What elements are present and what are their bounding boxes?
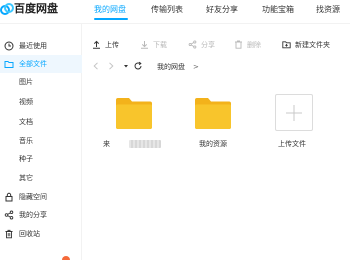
breadcrumb: 我的网盘 > <box>82 58 350 76</box>
upload-file-tile[interactable]: 上传文件 <box>257 94 327 154</box>
upload-label: 上传 <box>105 41 119 49</box>
share-icon <box>188 40 197 49</box>
file-tile-folder[interactable]: 我的资源 <box>178 94 248 154</box>
sidebar-item-all-files[interactable]: 全部文件 <box>0 55 82 73</box>
active-tab-indicator <box>94 18 128 20</box>
clock-icon <box>4 41 14 51</box>
new-folder-label: 新建文件夹 <box>295 41 330 49</box>
back-arrow-icon[interactable] <box>91 61 101 71</box>
file-name: 我的资源 <box>199 140 227 148</box>
trash-icon <box>235 40 242 49</box>
sidebar-item-label: 我的分享 <box>19 211 47 219</box>
folder-icon <box>195 98 231 129</box>
upload-file-label: 上传文件 <box>278 140 306 148</box>
sidebar-item-images[interactable]: 图片 <box>0 73 82 91</box>
sidebar-item-other[interactable]: 其它 <box>0 169 82 187</box>
sidebar-item-hidden-space[interactable]: 隐藏空间 <box>0 188 82 206</box>
folder-icon <box>116 98 152 129</box>
sidebar-item-label: 隐藏空间 <box>19 193 47 201</box>
sidebar-item-label: 文档 <box>19 118 33 126</box>
baidu-netdisk-logo-icon <box>0 3 14 15</box>
breadcrumb-current[interactable]: 我的网盘 <box>157 58 185 76</box>
new-folder-icon <box>282 41 291 49</box>
sidebar-item-torrents[interactable]: 种子 <box>0 150 82 168</box>
plus-icon <box>286 105 302 121</box>
sidebar-item-label: 种子 <box>19 155 33 163</box>
delete-label: 删除 <box>247 41 261 49</box>
sidebar: 最近使用 全部文件 图片 视频 文档 音乐 种子 其它 隐藏空间 我的分享 回收… <box>0 24 82 260</box>
tab-friend-share[interactable]: 好友分享 <box>206 4 238 16</box>
sidebar-item-label: 视频 <box>19 98 33 106</box>
sidebar-item-label: 回收站 <box>19 230 40 238</box>
sidebar-item-label: 音乐 <box>19 137 33 145</box>
sidebar-item-recent[interactable]: 最近使用 <box>0 37 82 55</box>
sidebar-item-label: 其它 <box>19 174 33 182</box>
sidebar-item-recycle-bin[interactable]: 回收站 <box>0 225 82 243</box>
lock-icon <box>5 192 13 202</box>
refresh-icon[interactable] <box>133 61 143 71</box>
tab-my-netdisk[interactable]: 我的网盘 <box>94 4 126 16</box>
share-icon <box>4 210 14 220</box>
obscured-name-mask <box>129 140 161 148</box>
sidebar-item-my-shares[interactable]: 我的分享 <box>0 206 82 224</box>
tab-find-resources[interactable]: 找资源 <box>316 4 340 16</box>
download-label: 下载 <box>153 41 167 49</box>
breadcrumb-separator: > <box>193 63 199 71</box>
app-name: 百度网盘 <box>14 2 58 15</box>
file-tile-folder[interactable]: 来 <box>99 94 169 154</box>
tab-toolbox[interactable]: 功能宝箱 <box>262 4 294 16</box>
upload-drop-box[interactable] <box>275 94 313 131</box>
folder-icon <box>4 61 14 68</box>
sidebar-item-label: 图片 <box>19 78 33 86</box>
tab-transfer-list[interactable]: 传输列表 <box>151 4 183 16</box>
sidebar-item-music[interactable]: 音乐 <box>0 132 82 150</box>
sidebar-item-videos[interactable]: 视频 <box>0 93 82 111</box>
sidebar-item-label: 全部文件 <box>19 60 47 68</box>
sidebar-item-documents[interactable]: 文档 <box>0 113 82 131</box>
notification-dot[interactable] <box>62 256 70 260</box>
dropdown-caret-icon[interactable] <box>121 61 131 71</box>
upload-icon <box>93 40 100 49</box>
top-bar: 百度网盘 我的网盘 传输列表 好友分享 功能宝箱 找资源 <box>0 0 350 21</box>
forward-arrow-icon[interactable] <box>106 61 116 71</box>
trash-icon <box>5 229 13 239</box>
download-icon <box>141 41 148 49</box>
share-label: 分享 <box>201 41 215 49</box>
sidebar-item-label: 最近使用 <box>19 42 47 50</box>
